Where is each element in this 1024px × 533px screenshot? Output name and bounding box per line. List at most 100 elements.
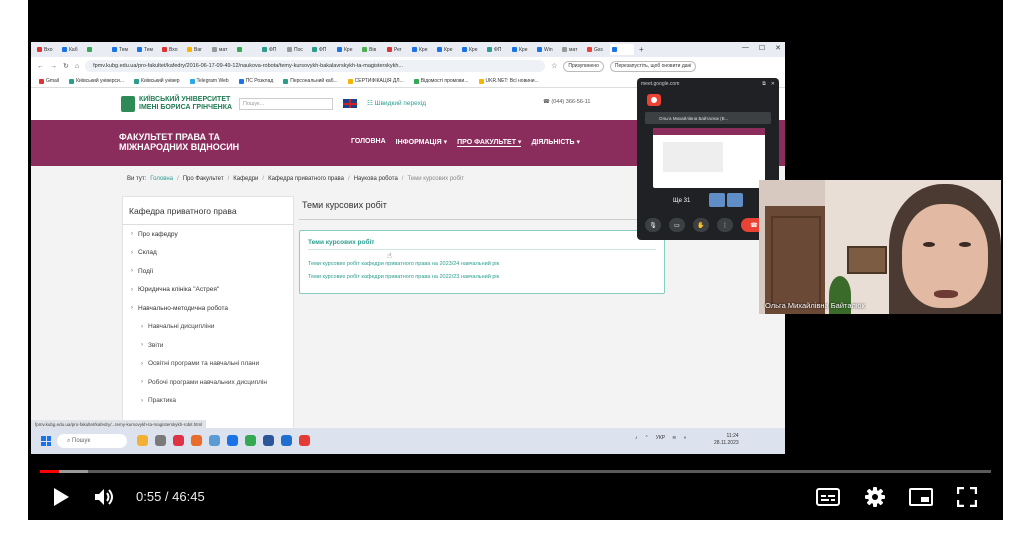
browser-tab[interactable] [235,44,259,55]
nav-home[interactable]: ГОЛОВНА [351,138,386,147]
sidebar-item[interactable]: › Практика [123,392,293,411]
sidebar-item[interactable]: › Юридична клініка "Астрея" [123,281,293,300]
card-title[interactable]: Теми курсових робіт [308,239,374,246]
browser-tab[interactable]: Рег [385,44,409,55]
participant-tile[interactable] [709,193,725,207]
browser-tab[interactable]: Кре [435,44,459,55]
close-icon[interactable]: ✕ [775,44,781,52]
sidebar-item[interactable]: › Робочі програми навчальних дисциплін [123,373,293,392]
browser-tab[interactable]: Вів [360,44,384,55]
browser-tab[interactable]: мат [560,44,584,55]
wifi-icon[interactable]: ≋ [672,435,676,441]
browser-tab[interactable]: Пос [285,44,309,55]
volume-button[interactable] [90,480,120,514]
browser-tab[interactable] [85,44,109,55]
bookmark-item[interactable]: СЕРТИФІКАЦІЯ ДЛ... [347,78,404,84]
browser-tab[interactable]: Кре [410,44,434,55]
breadcrumb-item[interactable]: Кафедра приватного права [268,176,344,182]
fullscreen-button[interactable] [952,480,982,514]
settings-button[interactable] [860,480,890,514]
sidebar-item[interactable]: › Звіти [123,336,293,355]
video-player[interactable]: Вхо Каб Тем Тем Вхо Ваг мат ФП Пос ФП Кре Вів Рег Кре… [28,0,1003,520]
new-tab-icon[interactable]: + [639,45,644,54]
app-icon[interactable] [173,435,184,446]
browser-tab[interactable]: Кре [460,44,484,55]
pdf-icon[interactable] [299,435,310,446]
english-flag-icon[interactable] [343,99,357,108]
quick-link[interactable]: ☷ Швидкий перехід [367,99,426,107]
browser-tab[interactable]: Каб [60,44,84,55]
site-search-input[interactable]: Пошук... [239,98,333,110]
back-icon[interactable]: ← [37,63,44,70]
meet-open-icon[interactable]: ⧉ [762,81,766,87]
sidebar-item[interactable]: › Навчальні дисципліни [123,318,293,337]
sidebar-item[interactable]: › Події [123,262,293,281]
update-button[interactable]: Перезапустіть, щоб оновити дані [609,60,697,72]
sidebar-item[interactable]: › Про кафедру [123,225,293,244]
university-name[interactable]: КИЇВСЬКИЙ УНІВЕРСИТЕТ ІМЕНІ БОРИСА ГРІНЧ… [139,96,249,111]
home-icon[interactable]: ⌂ [75,63,79,70]
topics-link-2023-24[interactable]: Теми курсових робіт кафедри приватного п… [308,261,499,267]
bookmark-item[interactable]: Telegram Web [189,78,229,84]
app-icon[interactable] [155,435,166,446]
profile-button[interactable]: Призупинено [563,60,604,72]
bookmark-item[interactable]: Персональний каб... [283,78,338,84]
word-icon[interactable] [263,435,274,446]
university-logo-icon[interactable] [121,96,135,112]
browser-tab[interactable]: Тем [110,44,134,55]
taskbar-search[interactable]: ⌕ Пошук [57,434,127,448]
bookmark-item[interactable]: Відомості промови... [413,78,469,84]
minimize-icon[interactable]: — [742,44,749,52]
participant-tile[interactable] [727,193,743,207]
maximize-icon[interactable]: ☐ [759,44,765,52]
window-controls[interactable]: — ☐ ✕ [742,44,781,52]
explorer-icon[interactable] [137,435,148,446]
meet-camera-icon[interactable]: ▭ [669,218,685,232]
breadcrumb-item[interactable]: Кафедри [233,176,258,182]
browser-tab[interactable]: мат [210,44,234,55]
browser-tab[interactable] [610,44,634,55]
chrome-icon[interactable] [245,435,256,446]
language-indicator[interactable]: УКР [656,435,665,441]
browser-tab[interactable]: Вхо [160,44,184,55]
edge-icon[interactable] [227,435,238,446]
bookmark-item[interactable]: ПС Розклад [238,78,273,84]
browser-tab[interactable]: ФП [310,44,334,55]
app-icon[interactable] [281,435,292,446]
meet-hand-icon[interactable]: ✋ [693,218,709,232]
play-button[interactable] [46,480,76,514]
url-field[interactable]: fpmv.kubg.edu.ua/pro-fakultet/kafedry/20… [85,60,546,72]
browser-tab[interactable]: Gss [585,44,609,55]
subtitles-button[interactable] [813,480,843,514]
taskbar-clock[interactable]: 11:24 28.11.2023 [714,433,739,447]
browser-tab[interactable]: Кре [510,44,534,55]
browser-tab[interactable]: Вхо [35,44,59,55]
chevron-up-icon[interactable]: ⌃ [645,435,649,441]
forward-icon[interactable]: → [50,63,57,70]
star-icon[interactable]: ☆ [551,62,557,70]
meet-mic-icon[interactable]: 🎙 [645,218,661,232]
windows-start-icon[interactable] [41,436,51,446]
breadcrumb-item[interactable]: Про Факультет [183,176,224,182]
bookmark-item[interactable]: UKR.NET: Всі новини... [478,78,539,84]
sidebar-item[interactable]: › Навчально-методична робота [123,299,293,318]
browser-tab[interactable]: Win [535,44,559,55]
reload-icon[interactable]: ↻ [63,62,69,70]
breadcrumb-home[interactable]: Головна [150,176,173,182]
bookmark-item[interactable]: Gmail [39,78,59,84]
nav-activity[interactable]: ДІЯЛЬНІСТЬ ▾ [531,138,580,147]
browser-tab[interactable]: Тем [135,44,159,55]
browser-tab[interactable]: ФП [260,44,284,55]
sidebar-item[interactable]: › Склад [123,244,293,263]
sidebar-item[interactable]: › Освітні програми та навчальні плани [123,355,293,374]
nav-info[interactable]: ІНФОРМАЦІЯ ▾ [396,138,447,147]
browser-tab[interactable]: Кре [335,44,359,55]
nav-about[interactable]: ПРО ФАКУЛЬТЕТ ▾ [457,138,522,147]
bookmark-item[interactable]: Київський універси... [69,78,124,84]
speaker-icon[interactable]: ◖ [683,435,686,441]
mic-icon[interactable]: ♪ [635,435,638,441]
meet-close-icon[interactable]: ✕ [771,81,775,87]
app-icon[interactable] [191,435,202,446]
browser-tab[interactable]: Ваг [185,44,209,55]
miniplayer-button[interactable] [906,480,936,514]
